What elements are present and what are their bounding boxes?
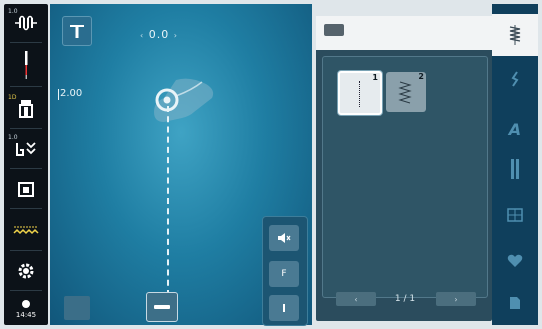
category-rail: A [492, 4, 538, 325]
presser-foot-pressure-button[interactable]: 1.0 [4, 132, 48, 166]
needle-position-button[interactable] [62, 16, 92, 46]
alphabets-tab[interactable]: A [492, 114, 538, 144]
stitch-preview-area: ‹ 0.0 › 2.00 F [50, 4, 312, 326]
presser-foot-icon [19, 100, 33, 118]
stitch-length-value: 2.00 [57, 88, 83, 100]
down-button[interactable] [269, 295, 299, 321]
practical-stitches-tab[interactable] [492, 14, 538, 56]
needle-offset-value: 0.0 [148, 28, 170, 41]
stitch-plate-button[interactable] [4, 172, 48, 206]
stitch-line [167, 106, 169, 296]
heart-icon [507, 254, 523, 267]
pager: ‹ 1 / 1 › [336, 292, 476, 308]
settings-button[interactable] [4, 254, 48, 288]
needle-position-icon [70, 25, 84, 38]
next-page-button[interactable]: › [436, 292, 476, 306]
clock: 14:45 [4, 292, 48, 326]
stitch-selection-panel: 1 2 ‹ 1 / 1 › [314, 14, 494, 323]
stitch-number: 1 [372, 73, 378, 82]
f-button[interactable]: F [269, 261, 299, 287]
offset-right-arrow-icon[interactable]: › [174, 31, 178, 40]
personal-program-tab[interactable] [492, 288, 538, 318]
side-control-panel: F [262, 216, 308, 326]
left-square-button[interactable] [64, 296, 90, 320]
panel-header [316, 16, 492, 50]
bobbin-stitch-icon [13, 226, 39, 235]
presser-foot-illustration-icon [154, 78, 214, 122]
settings-icon [18, 263, 34, 279]
thread-tension-value: 1.0 [8, 8, 18, 15]
stitch-number: 2 [418, 72, 424, 81]
page-indicator: 1 / 1 [394, 294, 416, 304]
time-display: 14:45 [15, 311, 37, 319]
foot-pressure-value: 1.0 [8, 134, 18, 141]
needle-offset-readout[interactable]: ‹ 0.0 › [140, 28, 178, 41]
alphabet-icon: A [508, 119, 522, 139]
presser-foot-value: 1D [8, 94, 17, 101]
stitch-plate-icon [18, 182, 34, 197]
upper-thread-tension-button[interactable]: 1.0 [4, 6, 48, 40]
decorative-stitch-icon [511, 71, 519, 87]
stitch-tile-2[interactable]: 2 [386, 72, 426, 112]
straight-stitch-icon [359, 81, 360, 107]
mute-button[interactable] [269, 225, 299, 251]
offset-left-arrow-icon[interactable]: ‹ [140, 31, 144, 40]
buttonholes-tab[interactable] [492, 154, 538, 184]
stitch-tile-1[interactable]: 1 [338, 71, 382, 115]
presser-foot-pressure-icon [16, 142, 36, 156]
buttonhole-icon [511, 159, 519, 179]
presser-foot-button[interactable]: 1D [4, 92, 48, 126]
needle-icon [25, 51, 28, 79]
center-bar-button[interactable] [146, 292, 178, 322]
bobbin-thread-button[interactable] [4, 214, 48, 248]
upper-thread-tension-icon [15, 15, 37, 31]
file-icon [510, 297, 520, 309]
panel-tab-button[interactable] [324, 24, 344, 36]
practical-stitch-icon [509, 25, 521, 45]
favorites-tab[interactable] [492, 246, 538, 276]
needle-button[interactable] [4, 48, 48, 82]
quilt-icon [507, 208, 523, 222]
decorative-stitches-tab[interactable] [492, 64, 538, 94]
clock-icon [22, 300, 30, 308]
bar-icon [283, 304, 285, 312]
speaker-mute-icon [278, 233, 291, 243]
left-toolbar: 1.0 1D 1.0 14:45 [4, 4, 48, 325]
previous-page-button[interactable]: ‹ [336, 292, 376, 306]
quilt-stitches-tab[interactable] [492, 200, 538, 230]
